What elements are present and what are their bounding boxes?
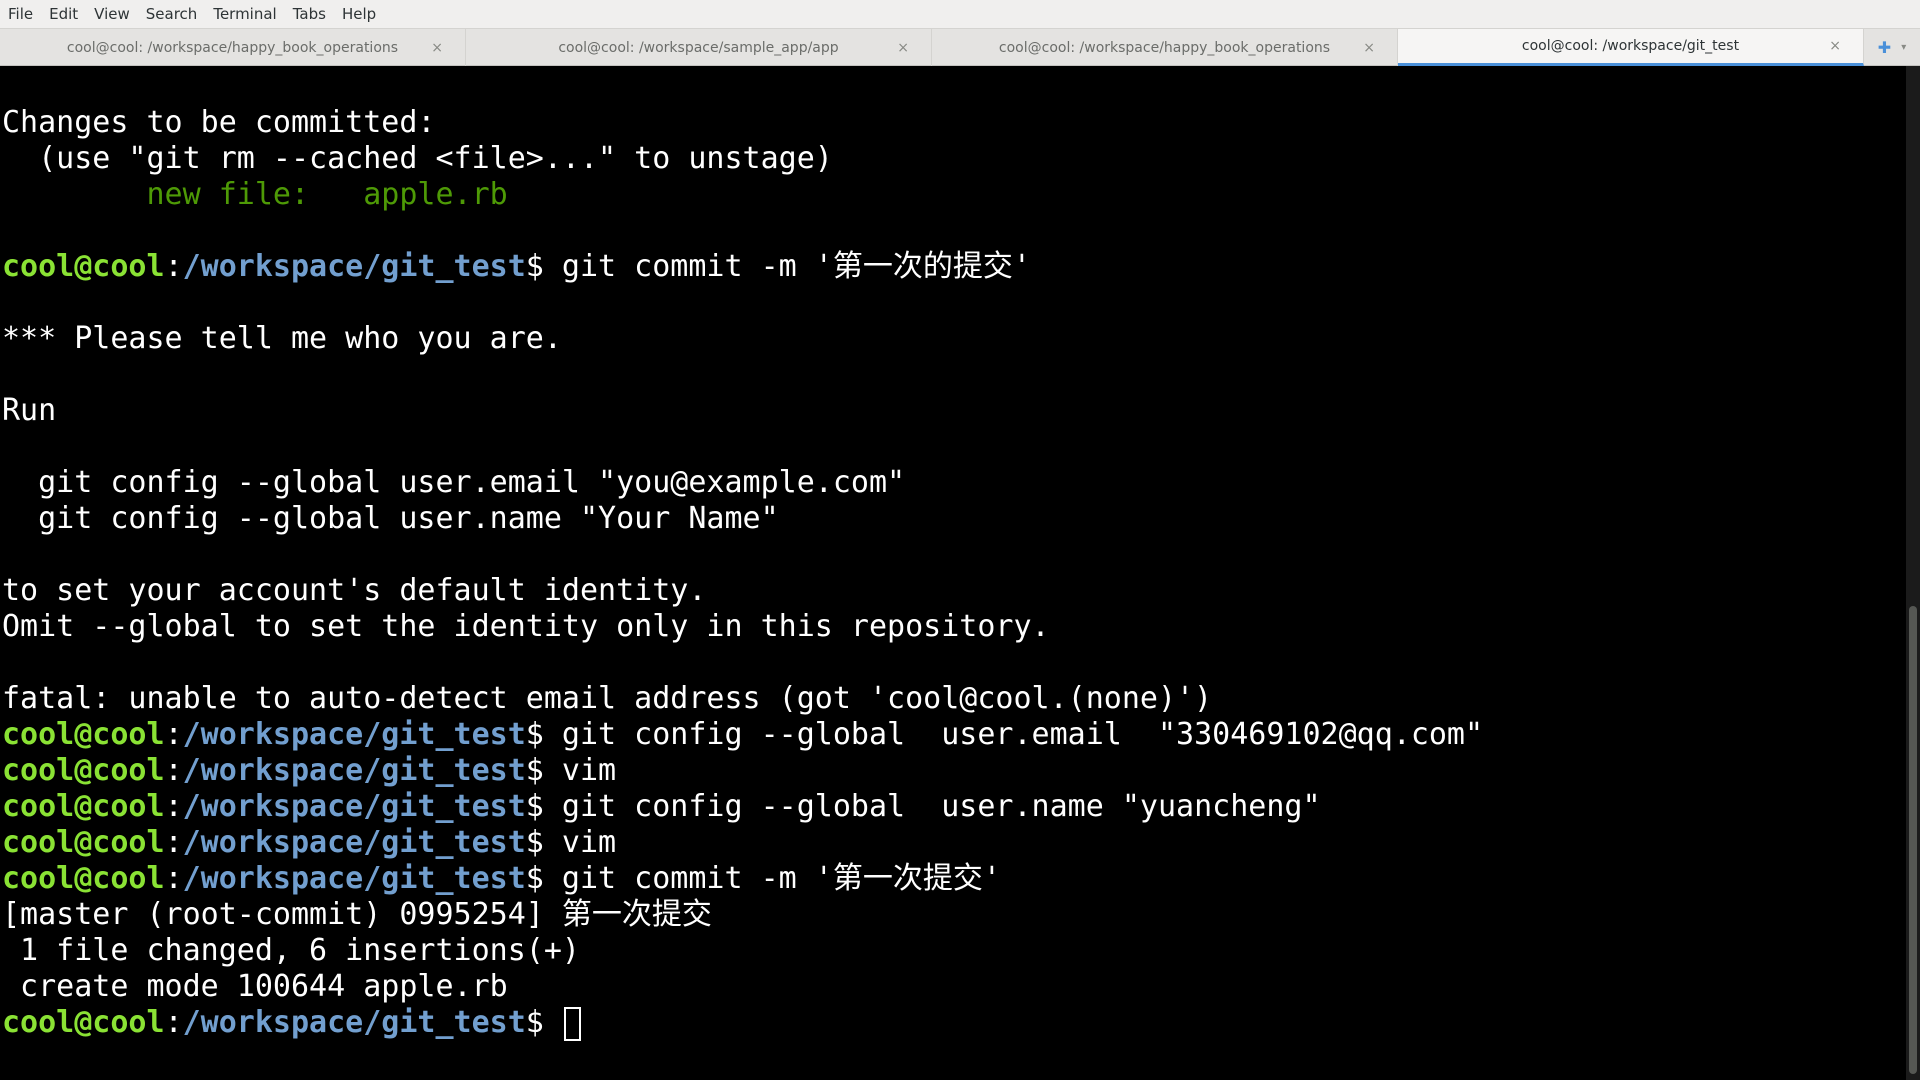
command-text: git commit -m '第一次提交' xyxy=(543,861,1001,896)
prompt-line: cool@cool:/workspace/git_test$ git confi… xyxy=(2,789,1321,824)
prompt-path: /workspace/git_test xyxy=(182,789,526,824)
output-line: git config --global user.email "you@exam… xyxy=(2,465,906,500)
command-text xyxy=(544,1005,562,1040)
command-text: git config --global user.email "33046910… xyxy=(543,717,1484,752)
menu-bar: File Edit View Search Terminal Tabs Help xyxy=(0,0,1920,28)
prompt-user: cool@cool xyxy=(2,789,165,824)
tab-label: cool@cool: /workspace/happy_book_operati… xyxy=(998,39,1331,56)
prompt-user: cool@cool xyxy=(2,825,165,860)
close-icon[interactable]: × xyxy=(431,40,443,56)
prompt-line: cool@cool:/workspace/git_test$ vim xyxy=(2,753,617,788)
output-line: to set your account's default identity. xyxy=(2,573,707,608)
prompt-path: /workspace/git_test xyxy=(182,861,526,896)
tab-bar: cool@cool: /workspace/happy_book_operati… xyxy=(0,28,1920,66)
output-line: git config --global user.name "Your Name… xyxy=(2,501,779,536)
staged-file-line: new file: apple.rb xyxy=(2,177,508,212)
close-icon[interactable]: × xyxy=(1363,40,1375,56)
prompt-path: /workspace/git_test xyxy=(182,717,526,752)
prompt-user: cool@cool xyxy=(2,249,165,284)
prompt-line: cool@cool:/workspace/git_test$ git confi… xyxy=(2,717,1484,752)
tab-label: cool@cool: /workspace/happy_book_operati… xyxy=(66,39,399,56)
text-cursor xyxy=(563,1006,581,1041)
prompt-line: cool@cool:/workspace/git_test$ vim xyxy=(2,825,617,860)
menu-help[interactable]: Help xyxy=(334,0,384,28)
command-text: vim xyxy=(543,825,617,860)
output-line: [master (root-commit) 0995254] 第一次提交 xyxy=(2,897,712,932)
tab-sample-app[interactable]: cool@cool: /workspace/sample_app/app × xyxy=(466,29,932,66)
prompt-user: cool@cool xyxy=(2,1005,165,1040)
output-line: Run xyxy=(2,393,57,428)
output-line: (use "git rm --cached <file>..." to unst… xyxy=(2,141,833,176)
tab-label: cool@cool: /workspace/sample_app/app xyxy=(558,39,839,56)
prompt-line: cool@cool:/workspace/git_test$ xyxy=(2,1005,581,1041)
prompt-user: cool@cool xyxy=(2,753,165,788)
output-line: Changes to be committed: xyxy=(2,105,436,140)
prompt-path: /workspace/git_test xyxy=(182,1005,526,1040)
command-text: git config --global user.name "yuancheng… xyxy=(543,789,1321,824)
prompt-path: /workspace/git_test xyxy=(182,825,526,860)
output-line: 1 file changed, 6 insertions(+) xyxy=(2,933,580,968)
terminal-output[interactable]: Changes to be committed: (use "git rm --… xyxy=(0,66,1906,1080)
tab-happy-book-operations-1[interactable]: cool@cool: /workspace/happy_book_operati… xyxy=(0,29,466,66)
command-text: git commit -m '第一次的提交' xyxy=(543,249,1031,284)
new-tab-icon[interactable]: ✚ xyxy=(1878,38,1891,57)
scrollbar-thumb[interactable] xyxy=(1909,606,1917,1074)
menu-file[interactable]: File xyxy=(0,0,41,28)
menu-tabs[interactable]: Tabs xyxy=(285,0,334,28)
prompt-path: /workspace/git_test xyxy=(182,249,526,284)
output-line: Omit --global to set the identity only i… xyxy=(2,609,1050,644)
close-icon[interactable]: × xyxy=(1829,38,1841,54)
tab-happy-book-operations-2[interactable]: cool@cool: /workspace/happy_book_operati… xyxy=(932,29,1398,66)
prompt-user: cool@cool xyxy=(2,717,165,752)
menu-search[interactable]: Search xyxy=(138,0,206,28)
tab-git-test[interactable]: cool@cool: /workspace/git_test × xyxy=(1398,29,1864,66)
menu-terminal[interactable]: Terminal xyxy=(205,0,284,28)
tab-menu-icon[interactable]: ▾ xyxy=(1901,42,1906,53)
menu-edit[interactable]: Edit xyxy=(41,0,86,28)
output-line: create mode 100644 apple.rb xyxy=(2,969,508,1004)
command-text: vim xyxy=(543,753,617,788)
prompt-line: cool@cool:/workspace/git_test$ git commi… xyxy=(2,861,1001,896)
vertical-scrollbar[interactable] xyxy=(1906,66,1920,1080)
output-line: fatal: unable to auto-detect email addre… xyxy=(2,681,1213,716)
menu-view[interactable]: View xyxy=(86,0,138,28)
prompt-path: /workspace/git_test xyxy=(182,753,526,788)
terminal-window: File Edit View Search Terminal Tabs Help… xyxy=(0,0,1920,1080)
tab-label: cool@cool: /workspace/git_test xyxy=(1521,38,1740,54)
prompt-user: cool@cool xyxy=(2,861,165,896)
prompt-line: cool@cool:/workspace/git_test$ git commi… xyxy=(2,249,1031,284)
output-line: *** Please tell me who you are. xyxy=(2,321,562,356)
close-icon[interactable]: × xyxy=(897,40,909,56)
tab-controls: ✚ ▾ xyxy=(1864,29,1920,65)
